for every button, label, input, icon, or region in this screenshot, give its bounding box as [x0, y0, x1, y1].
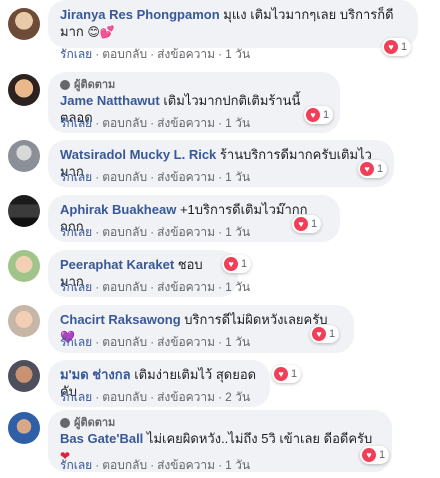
follower-icon: o — [60, 418, 70, 428]
heart-icon: ♥ — [384, 40, 398, 54]
like-link[interactable]: รักเลย — [60, 225, 92, 239]
heart-icon: ♥ — [306, 108, 320, 122]
comment-item: Peeraphat Karaket ชอบมาก ♥ 1 รักเลย · ตอบก… — [8, 250, 428, 300]
avatar[interactable] — [8, 250, 40, 282]
comment-actions: รักเลย · ตอบกลับ · ส่งข้อความ · 1 วัน — [60, 116, 251, 130]
reaction-count-value: 1 — [291, 368, 298, 380]
reaction-count[interactable]: ♥ 1 — [360, 446, 390, 464]
reply-link[interactable]: ตอบกลับ — [102, 335, 147, 349]
send-message-link[interactable]: ส่งข้อความ — [157, 225, 215, 239]
reply-link[interactable]: ตอบกลับ — [102, 170, 147, 184]
comment-item: Chacirt Raksawong บริการดีไม่ผิดหวังเลยค… — [8, 305, 428, 355]
commenter-name[interactable]: Jame Natthawut — [60, 93, 160, 108]
reply-link[interactable]: ตอบกลับ — [102, 458, 147, 472]
like-link[interactable]: รักเลย — [60, 458, 92, 472]
reaction-count[interactable]: ♥ 1 — [272, 365, 302, 383]
comment-item: oผู้ติดตาม Jame Natthawut เติมไวมากปกติเ… — [8, 72, 428, 134]
reply-link[interactable]: ตอบกลับ — [102, 116, 147, 130]
comment-text: ไม่เคยผิดหวัง..ไม่ถึง 5วิ เข้าเลย ดีอดีค… — [146, 431, 373, 446]
like-link[interactable]: รักเลย — [60, 335, 92, 349]
heart-icon: ♥ — [362, 448, 376, 462]
like-link[interactable]: รักเลย — [60, 280, 92, 294]
reply-link[interactable]: ตอบกลับ — [102, 47, 147, 61]
comment-actions: รักเลย · ตอบกลับ · ส่งข้อความ · 1 วัน — [60, 280, 251, 294]
reaction-count-value: 1 — [401, 41, 408, 53]
timestamp[interactable]: 1 วัน — [225, 335, 250, 349]
commenter-name[interactable]: Aphirak Buakheaw — [60, 202, 176, 217]
comment-actions: รักเลย · ตอบกลับ · ส่งข้อความ · 1 วัน — [60, 335, 251, 349]
avatar[interactable] — [8, 305, 40, 337]
timestamp[interactable]: 1 วัน — [225, 116, 250, 130]
send-message-link[interactable]: ส่งข้อความ — [157, 390, 215, 404]
emoji: 😊💕 — [87, 25, 115, 39]
heart-icon: ♥ — [294, 217, 308, 231]
comment-text: มุแง เติมไวมากๆเลย บริการก็ดี — [223, 7, 394, 22]
comment-item: Watsiradol Mucky L. Rick ร้านบริการดีมาก… — [8, 140, 428, 190]
comment-actions: รักเลย · ตอบกลับ · ส่งข้อความ · 1 วัน — [60, 458, 251, 472]
send-message-link[interactable]: ส่งข้อความ — [157, 47, 215, 61]
timestamp[interactable]: 1 วัน — [225, 47, 250, 61]
comment-item: oผู้ติดตาม Bas Gate'Ball ไม่เคยผิดหวัง..… — [8, 410, 428, 476]
timestamp[interactable]: 1 วัน — [225, 170, 250, 184]
reaction-count-value: 1 — [329, 328, 336, 340]
reply-link[interactable]: ตอบกลับ — [102, 225, 147, 239]
send-message-link[interactable]: ส่งข้อความ — [157, 170, 215, 184]
heart-icon: ♥ — [360, 162, 374, 176]
avatar[interactable] — [8, 8, 40, 40]
reaction-count[interactable]: ♥ 1 — [310, 325, 340, 343]
like-link[interactable]: รักเลย — [60, 116, 92, 130]
follower-icon: o — [60, 80, 70, 90]
heart-icon: ♥ — [274, 367, 288, 381]
commenter-name[interactable]: ม'มด ช่างกล — [60, 367, 131, 382]
reaction-count[interactable]: ♥ 1 — [222, 255, 252, 273]
comment-text-line2: มาก — [60, 24, 84, 39]
reaction-count[interactable]: ♥ 1 — [358, 160, 388, 178]
follower-badge: oผู้ติดตาม — [60, 416, 380, 430]
commenter-name[interactable]: Jiranya Res Phongpamon — [60, 7, 220, 22]
like-link[interactable]: รักเลย — [60, 390, 92, 404]
reaction-count[interactable]: ♥ 1 — [304, 106, 334, 124]
timestamp[interactable]: 2 วัน — [225, 390, 250, 404]
reaction-count-value: 1 — [241, 258, 248, 270]
send-message-link[interactable]: ส่งข้อความ — [157, 280, 215, 294]
comment-bubble: Jiranya Res Phongpamon มุแง เติมไวมากๆเล… — [48, 0, 418, 48]
commenter-name[interactable]: Chacirt Raksawong — [60, 312, 181, 327]
commenter-name[interactable]: Watsiradol Mucky L. Rick — [60, 147, 216, 162]
comment-item: Aphirak Buakheaw +1บริการดีเติมไวม๊ากกกก… — [8, 195, 428, 245]
reaction-count[interactable]: ♥ 1 — [382, 38, 412, 56]
comment-actions: รักเลย · ตอบกลับ · ส่งข้อความ · 1 วัน — [60, 225, 251, 239]
follower-badge: oผู้ติดตาม — [60, 78, 328, 92]
send-message-link[interactable]: ส่งข้อความ — [157, 335, 215, 349]
reaction-count[interactable]: ♥ 1 — [292, 215, 322, 233]
avatar[interactable] — [8, 412, 40, 444]
timestamp[interactable]: 1 วัน — [225, 225, 250, 239]
heart-icon: ♥ — [224, 257, 238, 271]
avatar[interactable] — [8, 360, 40, 392]
comment-text: บริการดีไม่ผิดหวังเลยครับ — [184, 312, 328, 327]
reaction-count-value: 1 — [323, 109, 330, 121]
avatar[interactable] — [8, 74, 40, 106]
commenter-name[interactable]: Bas Gate'Ball — [60, 431, 143, 446]
timestamp[interactable]: 1 วัน — [225, 280, 250, 294]
avatar[interactable] — [8, 195, 40, 227]
reply-link[interactable]: ตอบกลับ — [102, 390, 147, 404]
like-link[interactable]: รักเลย — [60, 170, 92, 184]
comment-item: ม'มด ช่างกล เติมง่ายเติมไว้ สุดยอดคับ ♥ … — [8, 360, 428, 407]
reaction-count-value: 1 — [311, 218, 318, 230]
reply-link[interactable]: ตอบกลับ — [102, 280, 147, 294]
avatar[interactable] — [8, 140, 40, 172]
reaction-count-value: 1 — [377, 163, 384, 175]
reaction-count-value: 1 — [379, 449, 386, 461]
send-message-link[interactable]: ส่งข้อความ — [157, 116, 215, 130]
like-link[interactable]: รักเลย — [60, 47, 92, 61]
comment-actions: รักเลย · ตอบกลับ · ส่งข้อความ · 2 วัน — [60, 390, 251, 404]
commenter-name[interactable]: Peeraphat Karaket — [60, 257, 174, 272]
heart-icon: ♥ — [312, 327, 326, 341]
comment-actions: รักเลย · ตอบกลับ · ส่งข้อความ · 1 วัน — [60, 47, 251, 61]
send-message-link[interactable]: ส่งข้อความ — [157, 458, 215, 472]
comment-actions: รักเลย · ตอบกลับ · ส่งข้อความ · 1 วัน — [60, 170, 251, 184]
comment-item: Jiranya Res Phongpamon มุแง เติมไวมากๆเล… — [8, 0, 428, 66]
timestamp[interactable]: 1 วัน — [225, 458, 250, 472]
